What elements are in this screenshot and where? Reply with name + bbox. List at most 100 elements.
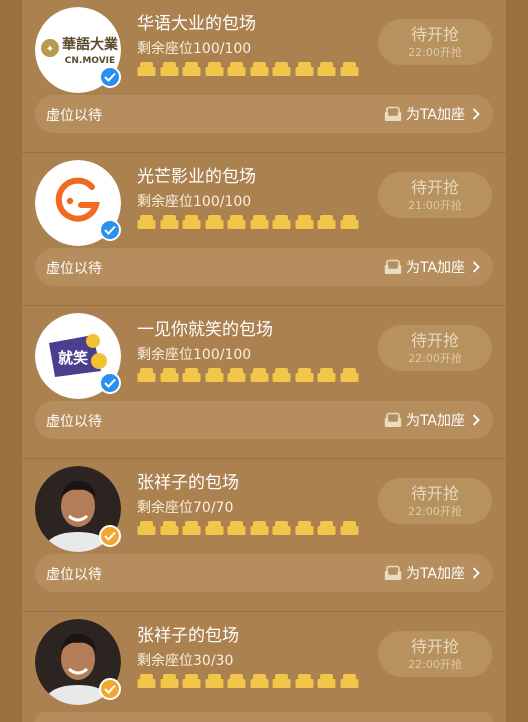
seat-icon [227, 673, 246, 690]
seat-icon [160, 214, 179, 231]
grab-button[interactable]: 待开抢 22:00开抢 [378, 631, 492, 677]
seat-outline-icon [384, 106, 402, 123]
seat-icon [227, 214, 246, 231]
screening-title: 张祥子的包场 [137, 473, 239, 493]
seat-icon [295, 214, 314, 231]
grab-button-label: 待开抢 [410, 483, 459, 503]
seat-icon [137, 520, 156, 537]
seat-icon [182, 61, 201, 78]
seat-icon [227, 520, 246, 537]
seats-remaining: 剩余座位30/30 [137, 653, 234, 669]
seat-icon [295, 673, 314, 690]
seat-icon [250, 61, 269, 78]
add-seat-link[interactable]: 为TA加座 [384, 410, 480, 430]
seat-outline-icon [384, 565, 402, 582]
screening-title: 光芒影业的包场 [137, 167, 256, 187]
grab-start-time: 22:00开抢 [408, 657, 462, 671]
seat-icon [160, 520, 179, 537]
seat-icon [137, 61, 156, 78]
seat-icon [317, 367, 336, 384]
seat-icon [160, 367, 179, 384]
screening-title: 一见你就笑的包场 [137, 320, 273, 340]
seat-icon [137, 673, 156, 690]
seat-icon [250, 673, 269, 690]
avatar-logo-text: 華語大業 [62, 36, 119, 53]
add-seat-label: 为TA加座 [405, 566, 465, 582]
seat-icon [205, 520, 224, 537]
seat-icon [340, 214, 359, 231]
seat-outline-icon [384, 412, 402, 429]
seat-icon [272, 367, 291, 384]
verified-orange-icon [99, 525, 121, 547]
add-seat-bar[interactable]: 虚位以待 为TA加座 [35, 554, 493, 592]
svg-text:✦: ✦ [46, 44, 54, 55]
seat-icon [160, 61, 179, 78]
seat-icon [205, 367, 224, 384]
seat-icons-row [137, 520, 359, 537]
avatar-logo-text: 就笑 [58, 349, 88, 367]
seat-icons-row [137, 367, 359, 384]
verified-blue-icon [99, 219, 121, 241]
add-seat-bar[interactable]: 虚位以待 为TA加座 [35, 95, 493, 133]
chevron-right-icon [472, 108, 480, 120]
seats-remaining: 剩余座位100/100 [137, 41, 252, 57]
screening-title: 张祥子的包场 [137, 626, 239, 646]
add-seat-link[interactable]: 为TA加座 [384, 563, 480, 583]
seat-icon [250, 214, 269, 231]
waiting-text: 虚位以待 [46, 414, 102, 430]
waiting-text: 虚位以待 [46, 108, 102, 124]
seat-icon [182, 214, 201, 231]
seat-icons-row [137, 61, 359, 78]
grab-button[interactable]: 待开抢 22:00开抢 [378, 325, 492, 371]
seat-icon [182, 673, 201, 690]
seat-icon [137, 367, 156, 384]
seat-icons-row [137, 673, 359, 690]
grab-button[interactable]: 待开抢 22:00开抢 [378, 478, 492, 524]
seat-icon [340, 61, 359, 78]
seat-icon [340, 673, 359, 690]
screening-card[interactable]: 就笑 一见你就笑的包场 剩余座位100/100 待开抢 22:00开抢 虚位以待 [22, 306, 506, 458]
screening-card[interactable]: ✦ 華語大業 CN.MOVIE 华语大业的包场 剩余座位100/100 待开抢 … [22, 0, 506, 152]
screening-card[interactable]: 光芒影业的包场 剩余座位100/100 待开抢 21:00开抢 虚位以待 为TA… [22, 153, 506, 305]
seat-icon [272, 520, 291, 537]
waiting-text: 虚位以待 [46, 261, 102, 277]
add-seat-label: 为TA加座 [405, 260, 465, 276]
seat-icon [317, 520, 336, 537]
seat-icon [272, 673, 291, 690]
seat-icon [160, 673, 179, 690]
verified-orange-icon [99, 678, 121, 700]
seat-icon [182, 520, 201, 537]
seat-icon [227, 61, 246, 78]
seat-icon [182, 367, 201, 384]
add-seat-label: 为TA加座 [405, 413, 465, 429]
seat-icon [205, 673, 224, 690]
seat-icons-row [137, 214, 359, 231]
verified-blue-icon [99, 66, 121, 88]
screening-card[interactable]: 张祥子的包场 剩余座位30/30 待开抢 22:00开抢 [22, 612, 506, 722]
seat-icon [295, 520, 314, 537]
chevron-right-icon [472, 414, 480, 426]
add-seat-bar[interactable]: 虚位以待 为TA加座 [35, 248, 493, 286]
grab-button[interactable]: 待开抢 21:00开抢 [378, 172, 492, 218]
seats-remaining: 剩余座位100/100 [137, 347, 252, 363]
seat-icon [250, 367, 269, 384]
seats-remaining: 剩余座位70/70 [137, 500, 234, 516]
grab-start-time: 21:00开抢 [408, 198, 462, 212]
grab-button[interactable]: 待开抢 22:00开抢 [378, 19, 492, 65]
seat-outline-icon [384, 259, 402, 276]
seat-icon [340, 520, 359, 537]
seat-icon [205, 214, 224, 231]
add-seat-bar-partial[interactable] [35, 712, 493, 722]
screening-card[interactable]: 张祥子的包场 剩余座位70/70 待开抢 22:00开抢 虚位以待 为TA加座 [22, 459, 506, 611]
avatar-logo-subtext: CN.MOVIE [65, 56, 115, 66]
add-seat-bar[interactable]: 虚位以待 为TA加座 [35, 401, 493, 439]
grab-start-time: 22:00开抢 [408, 504, 462, 518]
seat-icon [205, 61, 224, 78]
waiting-text: 虚位以待 [46, 567, 102, 583]
screening-list: ✦ 華語大業 CN.MOVIE 华语大业的包场 剩余座位100/100 待开抢 … [0, 0, 528, 722]
add-seat-link[interactable]: 为TA加座 [384, 104, 480, 124]
add-seat-link[interactable]: 为TA加座 [384, 257, 480, 277]
grab-start-time: 22:00开抢 [408, 45, 462, 59]
verified-blue-icon [99, 372, 121, 394]
seat-icon [340, 367, 359, 384]
